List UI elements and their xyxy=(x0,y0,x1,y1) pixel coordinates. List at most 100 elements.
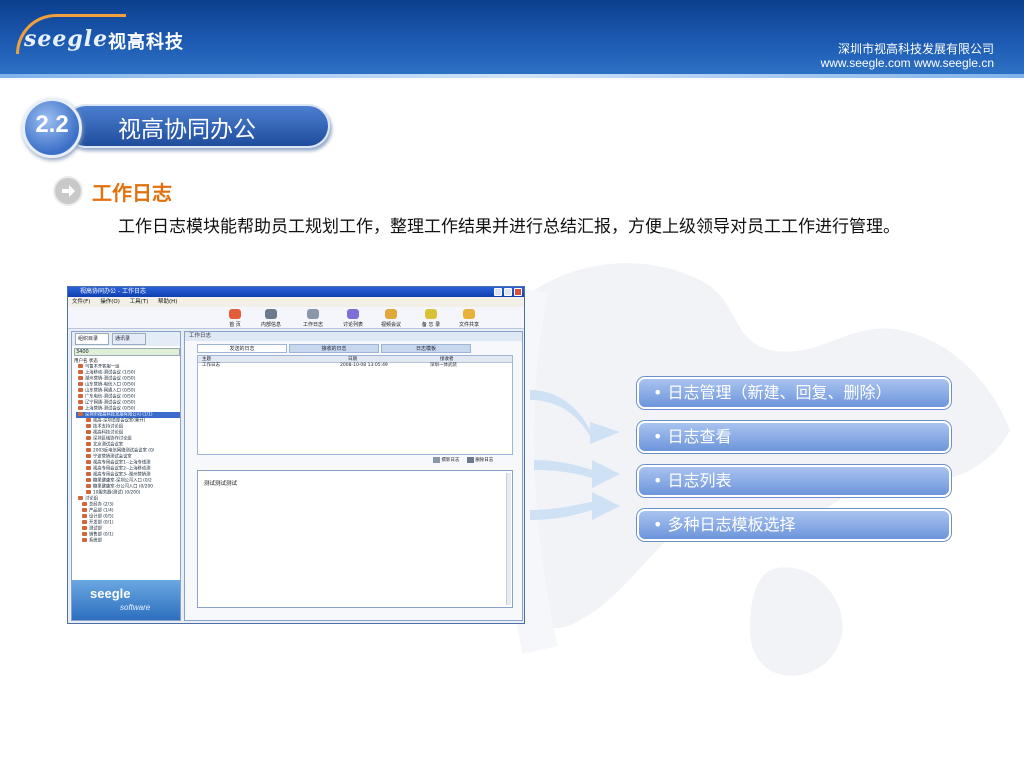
group-icon xyxy=(86,472,91,476)
toolbar-discussion-list[interactable]: 讨论列表 xyxy=(336,309,370,329)
maximize-icon[interactable] xyxy=(504,288,512,296)
new-log-icon xyxy=(433,456,440,463)
tree-node-label: 糖果健康室-分公司入口 (0/200 xyxy=(93,484,153,490)
group-icon xyxy=(78,496,83,500)
table-header: 主题 日期 接收者 xyxy=(198,356,512,363)
tree-node-label: 总经办 (2/3) xyxy=(89,502,114,508)
sidebar-logo-subtext: software xyxy=(120,603,151,612)
window-title-bar: 视高协同办公 - 工作日志 xyxy=(68,287,524,297)
company-name: 深圳市视高科技发展有限公司 xyxy=(837,42,994,56)
log-editor[interactable]: 测试测试测试 xyxy=(197,470,513,608)
tree-node-label: 视高专用会议室3--湖州营销测 xyxy=(93,472,151,478)
group-icon xyxy=(86,454,91,458)
tree-node-label: 深圳区域协作讨论组 xyxy=(93,436,132,442)
tree-node-label: 广东电信-测试会议 (0/50) xyxy=(85,394,136,400)
group-icon xyxy=(78,382,83,386)
row-subject: 工作日志 xyxy=(202,363,220,368)
group-icon xyxy=(82,538,87,542)
tree-node-label: 视高-深圳总部会议室(重开) xyxy=(93,418,146,424)
log-actions: 撰新日志 删除日志 xyxy=(433,456,519,466)
sidebar-tabs: 组织目录 通讯录 xyxy=(72,332,180,346)
tree-node-label: 乌鲁木齐客服一组 xyxy=(85,364,120,370)
menu-tools[interactable]: 工具(T) xyxy=(130,299,149,305)
group-icon xyxy=(82,526,87,530)
feature-log-list: • 日志列表 xyxy=(637,465,951,497)
tree-node-label: 设计部 (0/5) xyxy=(89,514,114,520)
new-log-button[interactable]: 撰新日志 xyxy=(441,458,459,463)
tree-node-label: 技术支持讨论组 xyxy=(93,424,124,430)
tree-node-label: 北京测试会议室 xyxy=(93,442,124,448)
tree-node-label: 湖州营销-测试会议 (0/50) xyxy=(85,376,136,382)
clock-icon xyxy=(425,309,437,319)
toolbar-file-share[interactable]: 文件共享 xyxy=(452,309,486,329)
table-row[interactable]: 工作日志 2008-10-08 13:05:49 深圳一体武装 xyxy=(198,363,512,369)
group-icon xyxy=(78,412,83,416)
tree-node-label: 辽宁网通-测试会议 (0/50) xyxy=(85,400,136,406)
tab-org-directory[interactable]: 组织目录 xyxy=(75,333,109,345)
arrow-right-icon xyxy=(53,176,83,206)
toolbar-internal-info[interactable]: 内部信息 xyxy=(254,309,288,329)
group-icon xyxy=(86,478,91,482)
tree-node-label: 宁波营销测试会议室 xyxy=(93,454,132,460)
close-icon[interactable] xyxy=(514,288,522,296)
group-icon xyxy=(86,448,91,452)
group-icon xyxy=(82,502,87,506)
tree-node-label: 山东营销-网通入口 (0/50) xyxy=(85,388,136,394)
tree-node-label: 糖果健康室-深圳公司入口 (0/2 xyxy=(93,478,152,484)
tab-address-book[interactable]: 通讯录 xyxy=(112,333,146,345)
tree-node-label: 深圳市视高科技发展有限公司 (1/1) xyxy=(85,412,153,418)
editor-scrollbar[interactable] xyxy=(506,473,511,605)
section-number: 2.2 xyxy=(35,111,69,138)
tree-node-label: 产品部 (1/4) xyxy=(89,508,114,514)
column-subject: 主题 xyxy=(202,357,211,362)
subheading: 工作日志 xyxy=(92,181,172,205)
sidebar: 组织目录 通讯录 3400 用户名 状态 乌鲁木齐客服一组 上海移动-测试会议 (… xyxy=(71,331,181,621)
column-date: 日期 xyxy=(348,357,357,362)
log-tabs: 发送的日志 接收的日志 日志模板 xyxy=(197,344,517,353)
home-icon xyxy=(229,309,241,319)
toolbar-video-meeting[interactable]: 视频会议 xyxy=(374,309,408,329)
delete-log-icon xyxy=(466,456,474,463)
feature-log-view: • 日志查看 xyxy=(637,421,951,453)
sidebar-logo: seegle software xyxy=(72,580,180,620)
chat-icon xyxy=(347,309,359,319)
arrow-1 xyxy=(530,390,620,444)
tree-node-label: 讨论组 xyxy=(85,496,98,502)
minimize-icon[interactable] xyxy=(494,288,502,296)
tree-node-label: 视高专用会议室1--上海专线测 xyxy=(93,460,151,466)
tree-node[interactable]: 系统部 xyxy=(76,538,180,544)
sidebar-search-input[interactable]: 3400 xyxy=(74,348,180,356)
group-icon xyxy=(86,418,91,422)
tab-received-logs[interactable]: 接收的日志 xyxy=(289,344,379,353)
tree-node-label: 2003反电信网络测试会议室 (0/ xyxy=(93,448,155,454)
tree-node-label: 10服务器(测试) (0/200) xyxy=(93,490,141,496)
tree-node-label: 销售部 (0/1) xyxy=(89,532,114,538)
tree-node-label: 上海移动-测试会议 (1/50) xyxy=(85,370,136,376)
tree-node-label: 山东营销-电信入口 (0/50) xyxy=(85,382,136,388)
connector-arrows xyxy=(530,390,620,520)
header-bar: seegle 视高科技 深圳市视高科技发展有限公司 www.seegle.com… xyxy=(0,0,1024,78)
group-icon xyxy=(86,424,91,428)
company-logo: seegle 视高科技 xyxy=(12,12,198,56)
menu-file[interactable]: 文件(F) xyxy=(72,299,90,305)
menu-bar: 文件(F) 操作(O) 工具(T) 帮助(H) xyxy=(68,297,524,307)
group-icon xyxy=(78,406,83,410)
row-date: 2008-10-08 13:05:49 xyxy=(340,363,388,368)
group-icon xyxy=(86,484,91,488)
menu-help[interactable]: 帮助(H) xyxy=(158,299,177,305)
group-icon xyxy=(86,430,91,434)
toolbar-memo[interactable]: 备 忘 录 xyxy=(414,309,448,329)
group-icon xyxy=(86,460,91,464)
logo-chinese: 视高科技 xyxy=(108,32,184,53)
delete-log-button[interactable]: 删除日志 xyxy=(475,458,493,463)
toolbar-work-log[interactable]: 工作日志 xyxy=(296,309,330,329)
menu-operate[interactable]: 操作(O) xyxy=(100,299,120,305)
tab-log-templates[interactable]: 日志模板 xyxy=(381,344,471,353)
toolbar-home[interactable]: 首 页 xyxy=(218,309,252,329)
tree-node-label: 测试部 xyxy=(89,526,102,532)
tab-sent-logs[interactable]: 发送的日志 xyxy=(197,344,287,353)
megaphone-icon xyxy=(265,309,277,319)
notebook-icon xyxy=(307,309,319,319)
arrow-3 xyxy=(530,492,620,520)
group-icon xyxy=(78,388,83,392)
